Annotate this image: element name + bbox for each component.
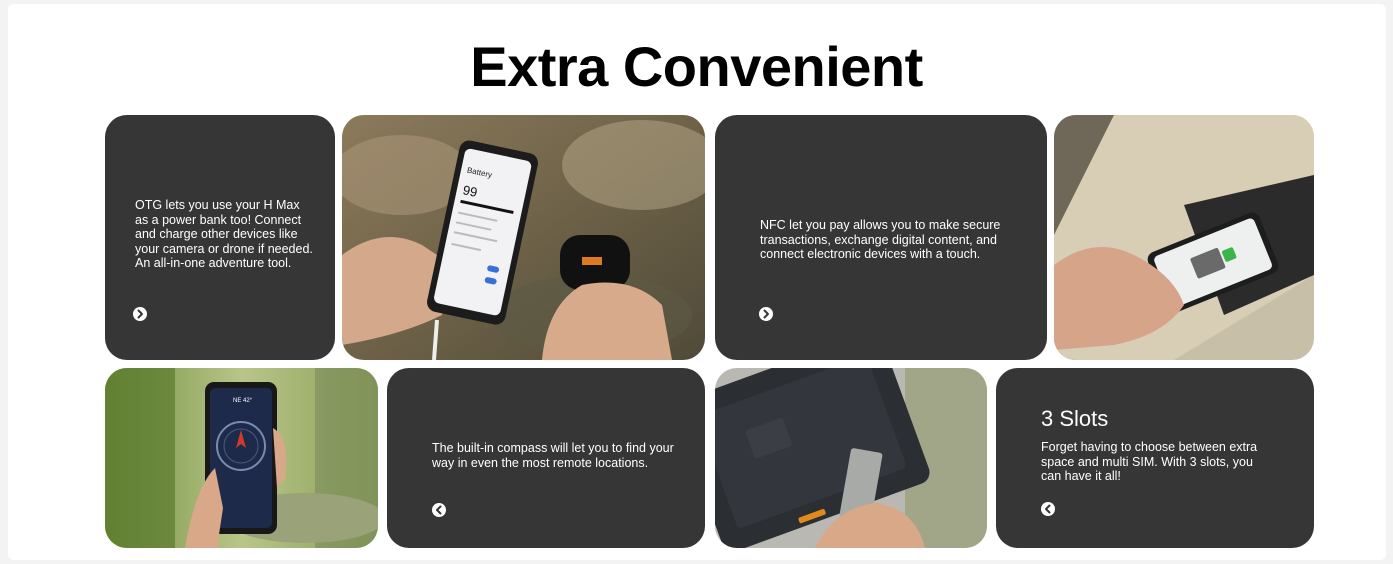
slots-card: 3 Slots Forget having to choose between …	[996, 368, 1314, 548]
compass-card: The built-in compass will let you to fin…	[387, 368, 705, 548]
compass-photo: NE 42°	[105, 368, 378, 548]
otg-card: OTG lets you use your H Max as a power b…	[105, 115, 335, 360]
otg-text: OTG lets you use your H Max as a power b…	[135, 198, 313, 270]
page-title: Extra Convenient	[470, 35, 923, 98]
slots-heading: 3 Slots	[1041, 406, 1109, 431]
nfc-text: NFC let you pay allows you to make secur…	[760, 218, 1001, 261]
battery-level: 99	[461, 182, 478, 200]
arrow-left-icon[interactable]	[1041, 502, 1055, 516]
nfc-photo	[1054, 115, 1314, 360]
arrow-left-icon[interactable]	[432, 503, 446, 517]
arrow-right-icon[interactable]	[133, 307, 147, 321]
nfc-card: NFC let you pay allows you to make secur…	[715, 115, 1047, 360]
compass-heading: NE 42°	[233, 398, 253, 404]
compass-text: The built-in compass will let you to fin…	[432, 441, 674, 470]
arrow-right-icon[interactable]	[759, 307, 773, 321]
otg-photo: Battery 99	[342, 115, 705, 360]
slots-text: Forget having to choose between extra sp…	[1041, 440, 1258, 483]
slots-photo	[715, 368, 987, 548]
